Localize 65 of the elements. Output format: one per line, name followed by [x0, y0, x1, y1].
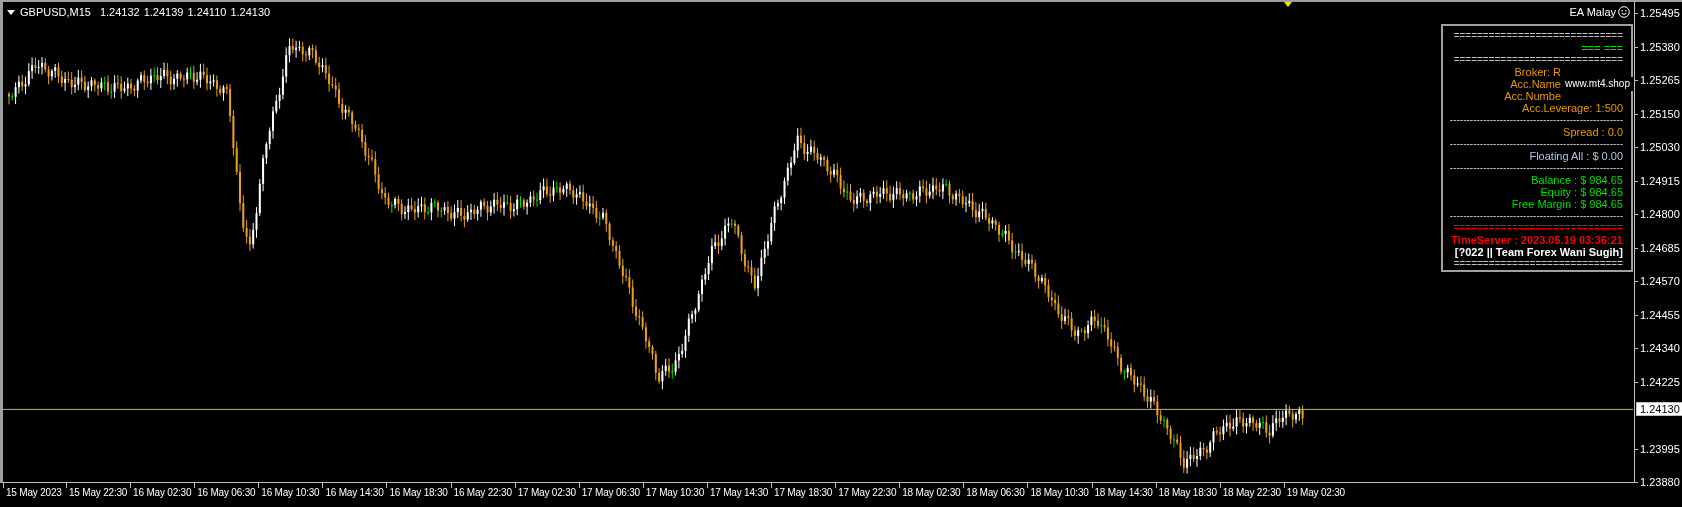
- price-label: 1.25265: [1640, 74, 1680, 87]
- time-label: 16 May 06:30: [196, 486, 256, 498]
- time-label: 17 May 14:30: [708, 486, 769, 498]
- time-label: 15 May 22:30: [68, 486, 128, 498]
- info-text: Free Margin : $ 984.65: [1511, 198, 1623, 210]
- price-label: 1.24225: [1640, 375, 1680, 389]
- time-label: 16 May 10:30: [260, 486, 320, 498]
- time-label: 18 May 18:30: [1157, 486, 1217, 498]
- current-price-tag: 1.24130: [1636, 402, 1682, 417]
- info-text: Balance : $ 984.65: [1531, 174, 1623, 186]
- time-label: 18 May 06:30: [965, 486, 1025, 498]
- quote-value: 1.24139: [143, 6, 184, 18]
- info-text: Equity : $ 984.65: [1540, 186, 1623, 198]
- time-label: 18 May 22:30: [1221, 486, 1281, 498]
- separator-text: =============================: [1453, 54, 1623, 66]
- quote-value: 1.24130: [230, 6, 271, 18]
- ea-label: EA Malay: [1569, 6, 1616, 18]
- separator-text: =============================: [1453, 222, 1623, 234]
- price-label: 1.24570: [1640, 275, 1680, 288]
- price-label: 1.24340: [1640, 342, 1680, 355]
- info-text: Floating All : $ 0.00: [1529, 150, 1623, 162]
- price-label: 1.23880: [1640, 476, 1680, 489]
- info-text: TimeServer : 2023.05.19 03:36:21: [1451, 234, 1623, 246]
- price-label: 1.25380: [1640, 40, 1680, 54]
- separator-text: =============================: [1453, 30, 1623, 42]
- time-label: 18 May 02:30: [901, 486, 961, 498]
- time-label: 19 May 02:30: [1285, 486, 1345, 498]
- price-label: 1.23995: [1640, 442, 1680, 456]
- price-label: 1.25030: [1640, 141, 1680, 154]
- time-label: 18 May 10:30: [1029, 486, 1089, 498]
- time-label: 15 May 2023: [5, 486, 62, 498]
- price-label: 1.25150: [1640, 107, 1680, 121]
- time-label: 16 May 02:30: [132, 486, 192, 498]
- price-label: 1.25495: [1640, 7, 1680, 20]
- price-label: 1.24685: [1640, 241, 1680, 255]
- info-text: === ===: [1581, 42, 1623, 54]
- price-label: 1.24455: [1640, 308, 1680, 322]
- price-label: 1.24800: [1640, 208, 1680, 221]
- info-text: Acc.Name: [1510, 78, 1561, 90]
- separator-text: ----------------------------------------------------: [1449, 114, 1623, 126]
- info-text: Acc.Leverage: 1:500: [1522, 102, 1623, 114]
- price-label: 1.24915: [1640, 174, 1680, 188]
- symbol-label: GBPUSD,M15: [20, 6, 91, 18]
- separator-text: ----------------------------------------------------: [1449, 162, 1623, 174]
- smiley-icon: [1618, 6, 1630, 18]
- time-label: 18 May 14:30: [1093, 486, 1153, 498]
- time-label: 16 May 22:30: [452, 486, 512, 498]
- quote-value: 1.24110: [187, 6, 227, 18]
- time-label: 17 May 02:30: [516, 486, 576, 498]
- time-label: 17 May 06:30: [580, 486, 640, 498]
- dropdown-arrow-icon[interactable]: [7, 9, 15, 15]
- time-label: 17 May 18:30: [773, 486, 833, 498]
- time-label: 16 May 18:30: [388, 486, 448, 498]
- info-text: Broker: R: [1514, 66, 1561, 78]
- separator-text: ----------------------------------------------------: [1449, 210, 1623, 222]
- quote-value: 1.24132: [99, 6, 140, 18]
- time-label: 17 May 10:30: [644, 486, 705, 498]
- shift-marker-icon: [1284, 2, 1292, 7]
- separator-text: =============================: [1453, 258, 1623, 270]
- time-label: 17 May 22:30: [837, 486, 897, 498]
- info-text: Spread : 0.0: [1563, 126, 1623, 138]
- time-label: 16 May 14:30: [324, 486, 384, 498]
- info-text: Acc.Numbe: [1504, 90, 1561, 102]
- separator-text: ----------------------------------------------------: [1449, 138, 1623, 150]
- info-text: [?022 || Team Forex Wani Sugih]: [1454, 246, 1623, 258]
